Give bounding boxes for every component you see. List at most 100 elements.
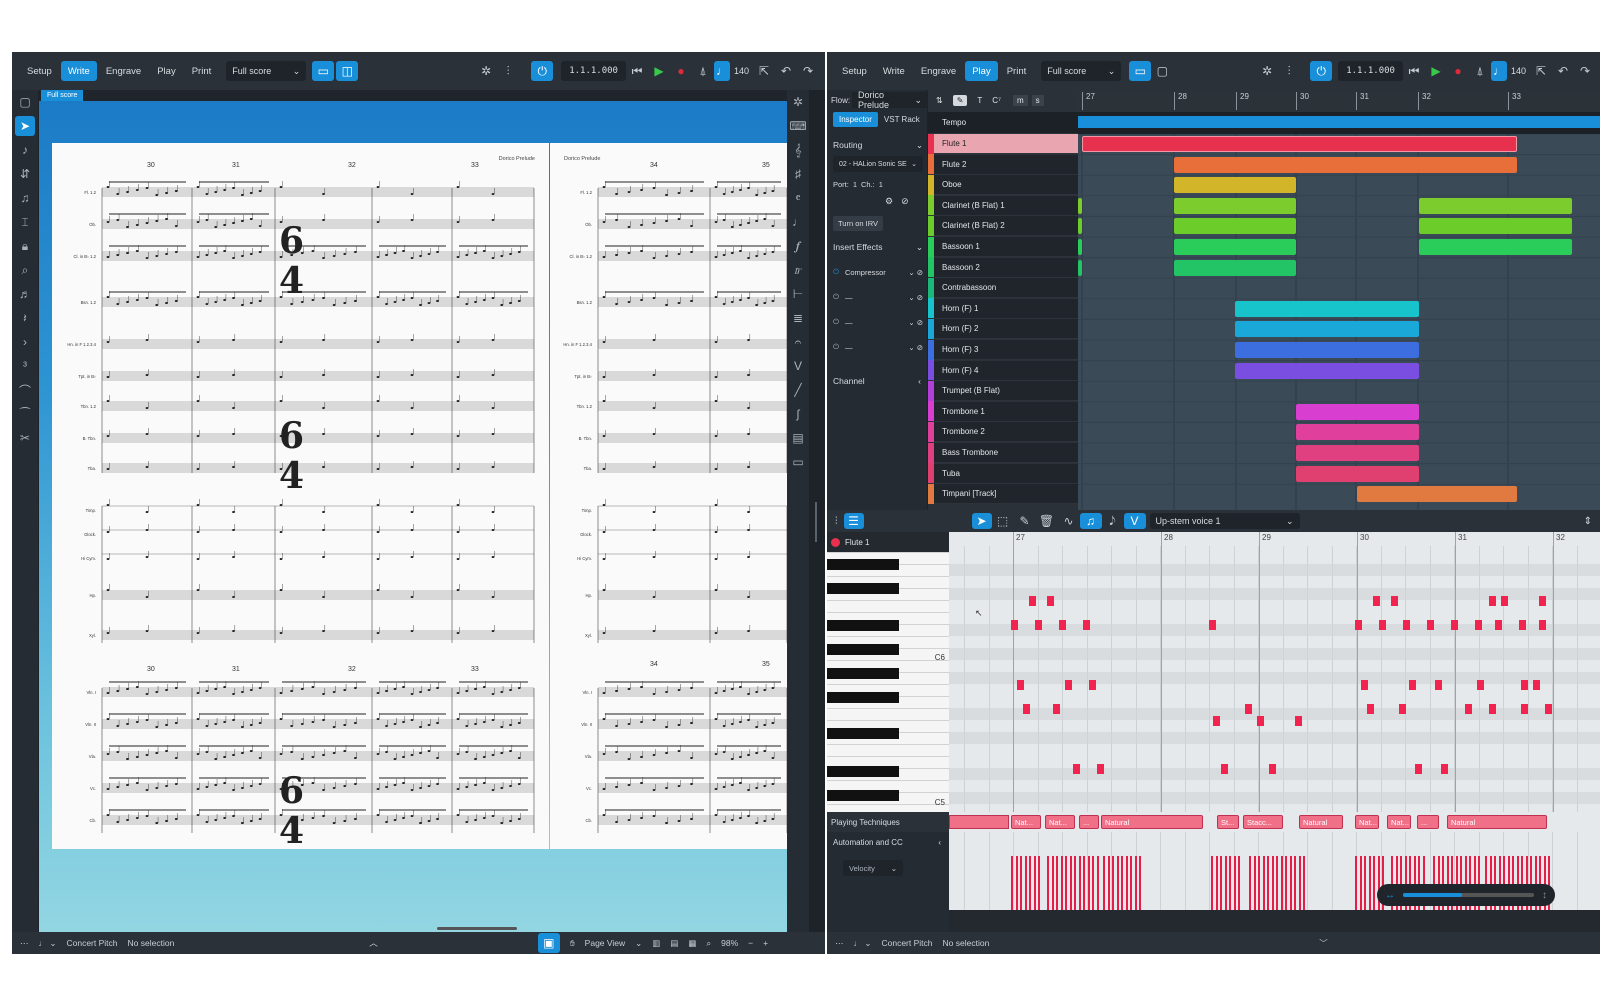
lock-icon[interactable]: 🔒︎ xyxy=(12,234,38,258)
insert-power-icon[interactable]: ⏻ xyxy=(833,267,839,277)
time-signature-icon[interactable]: 𝄴 xyxy=(787,186,809,210)
velocity-bar[interactable] xyxy=(1047,856,1049,910)
track-row[interactable]: Bassoon 1 xyxy=(928,236,1078,257)
technique-segment[interactable]: Stacc... xyxy=(1243,815,1283,829)
velocity-bar[interactable] xyxy=(1134,856,1137,910)
midi-note[interactable] xyxy=(1011,620,1018,630)
insert-slot[interactable]: ⏻ — ⌄ ⊘ xyxy=(833,314,923,330)
midi-note[interactable] xyxy=(1489,704,1496,714)
midi-note[interactable] xyxy=(1073,764,1080,774)
power-icon[interactable]: ⏻ xyxy=(1310,61,1333,81)
midi-note[interactable] xyxy=(1501,596,1508,606)
waveform-icon[interactable]: ∿ xyxy=(1058,511,1080,531)
rest-icon[interactable]: 𝄽 xyxy=(12,306,38,330)
midi-note[interactable] xyxy=(1089,680,1096,690)
insert-power-icon[interactable]: ⏻ xyxy=(833,292,839,302)
midi-clip[interactable] xyxy=(1296,445,1419,461)
midi-note[interactable] xyxy=(1391,596,1398,606)
mode-play[interactable]: Play xyxy=(965,61,998,81)
horizontal-view-icon[interactable]: ▦ xyxy=(688,938,696,949)
track-row[interactable]: Horn (F) 3 xyxy=(928,339,1078,360)
velocity-bar[interactable] xyxy=(1096,856,1099,910)
midi-note[interactable] xyxy=(1545,704,1552,714)
bar-ruler[interactable]: 27 28 29 30 31 32 33 xyxy=(1078,90,1600,112)
score-view[interactable]: Full score Dorico Prelude Fl. 1.2 Ob. Cl. … xyxy=(39,90,787,932)
insert-effects-header[interactable]: Insert Effects ⌄ xyxy=(833,242,923,253)
midi-clip[interactable] xyxy=(1173,197,1297,214)
velocity-bar[interactable] xyxy=(1116,856,1119,910)
midi-clip[interactable] xyxy=(1173,239,1297,255)
velocity-bar[interactable] xyxy=(1038,856,1040,910)
midi-note[interactable] xyxy=(1521,680,1528,690)
redo-icon[interactable]: ↷ xyxy=(1574,61,1596,81)
midi-note[interactable] xyxy=(1257,716,1264,726)
gear-icon[interactable]: ⚙ xyxy=(885,196,893,207)
select-tool-icon[interactable]: ➤ xyxy=(12,114,38,138)
midi-note[interactable] xyxy=(1465,704,1472,714)
velocity-bar[interactable] xyxy=(1285,856,1287,910)
voice-select[interactable]: Up-stem voice 1 ⌄ xyxy=(1149,513,1300,529)
velocity-bar[interactable] xyxy=(1276,856,1278,910)
horizontal-scrollbar[interactable] xyxy=(437,927,517,930)
midi-note[interactable] xyxy=(1399,704,1406,714)
galley-view-icon[interactable]: ▭ xyxy=(1129,61,1152,81)
technique-segment[interactable] xyxy=(949,815,1009,829)
ch-value[interactable]: 1 xyxy=(879,180,883,189)
midi-clip[interactable] xyxy=(1235,362,1419,379)
midi-note[interactable] xyxy=(1023,704,1030,714)
midi-note[interactable] xyxy=(1029,596,1036,606)
velocity-bar[interactable] xyxy=(1051,856,1054,910)
midi-note[interactable] xyxy=(1519,620,1526,630)
technique-segment[interactable]: Nat... xyxy=(1355,815,1379,829)
comment-icon[interactable]: ▭ xyxy=(787,450,809,474)
track-row[interactable]: Flute 1 xyxy=(928,133,1078,154)
midi-note[interactable] xyxy=(1379,620,1386,630)
zoom-icon[interactable]: ⌕ xyxy=(706,938,711,949)
velocity-bar[interactable] xyxy=(1078,856,1081,910)
velocity-bar[interactable] xyxy=(1368,856,1371,910)
midi-note[interactable] xyxy=(1221,764,1228,774)
track-row[interactable]: Bassoon 2 xyxy=(928,257,1078,278)
track-row[interactable]: Clarinet (B Flat) 2 xyxy=(928,215,1078,237)
velocity-bar[interactable] xyxy=(1069,856,1072,910)
velocity-bar[interactable] xyxy=(1220,856,1222,910)
velocity-bar[interactable] xyxy=(1011,856,1013,910)
expand-icon[interactable]: ⇕ xyxy=(1584,516,1592,527)
midi-clip[interactable] xyxy=(1296,424,1419,441)
midi-note[interactable] xyxy=(1065,680,1072,690)
chord-icon[interactable]: ♫ xyxy=(12,186,38,210)
drum-icon[interactable]: 𝅘𝅥𝅮 xyxy=(1102,511,1124,531)
insert-power-icon[interactable]: ⏻ xyxy=(833,342,839,352)
insert-slot[interactable]: ⏻ — ⌄ ⊘ xyxy=(833,289,923,305)
tempo-track[interactable]: Tempo xyxy=(928,112,1078,134)
black-key[interactable] xyxy=(827,766,899,777)
play-icon[interactable]: ▶ xyxy=(1425,61,1447,81)
redo-icon[interactable]: ↷ xyxy=(797,61,819,81)
technique-segment[interactable]: St... xyxy=(1217,815,1239,829)
black-key[interactable] xyxy=(827,559,899,570)
cues-icon[interactable]: ▤ xyxy=(787,426,809,450)
undo-icon[interactable]: ↶ xyxy=(775,61,797,81)
midi-note[interactable] xyxy=(1295,716,1302,726)
insert-options-icon[interactable]: ⌄ ⊘ xyxy=(908,293,923,302)
note-input-icon[interactable]: ♪ xyxy=(12,138,38,162)
velocity-bar[interactable] xyxy=(1229,856,1231,910)
midi-note[interactable] xyxy=(1047,596,1054,606)
black-key[interactable] xyxy=(827,692,899,703)
midi-clip[interactable] xyxy=(1418,239,1572,255)
vertical-zoom-icon[interactable]: ↕ xyxy=(1542,890,1547,901)
concert-pitch[interactable]: Concert Pitch xyxy=(66,938,117,948)
tie-icon[interactable]: ⁀ xyxy=(12,402,38,426)
velocity-bar[interactable] xyxy=(1215,856,1218,910)
track-row[interactable]: Horn (F) 2 xyxy=(928,318,1078,340)
velocity-bar[interactable] xyxy=(1258,856,1260,910)
fermata-icon[interactable]: 𝄐 xyxy=(787,330,809,354)
insert-options-icon[interactable]: ⌄ ⊘ xyxy=(908,318,923,327)
midi-note[interactable] xyxy=(1367,704,1374,714)
dynamics-icon[interactable]: 𝆑 xyxy=(787,234,809,258)
velocity-bar[interactable] xyxy=(1065,856,1067,910)
midi-note[interactable] xyxy=(1409,680,1416,690)
pencil-icon[interactable]: T xyxy=(977,96,982,105)
repeat-icon[interactable]: ≣ xyxy=(787,306,809,330)
track-row[interactable]: Flute 2 xyxy=(928,154,1078,175)
